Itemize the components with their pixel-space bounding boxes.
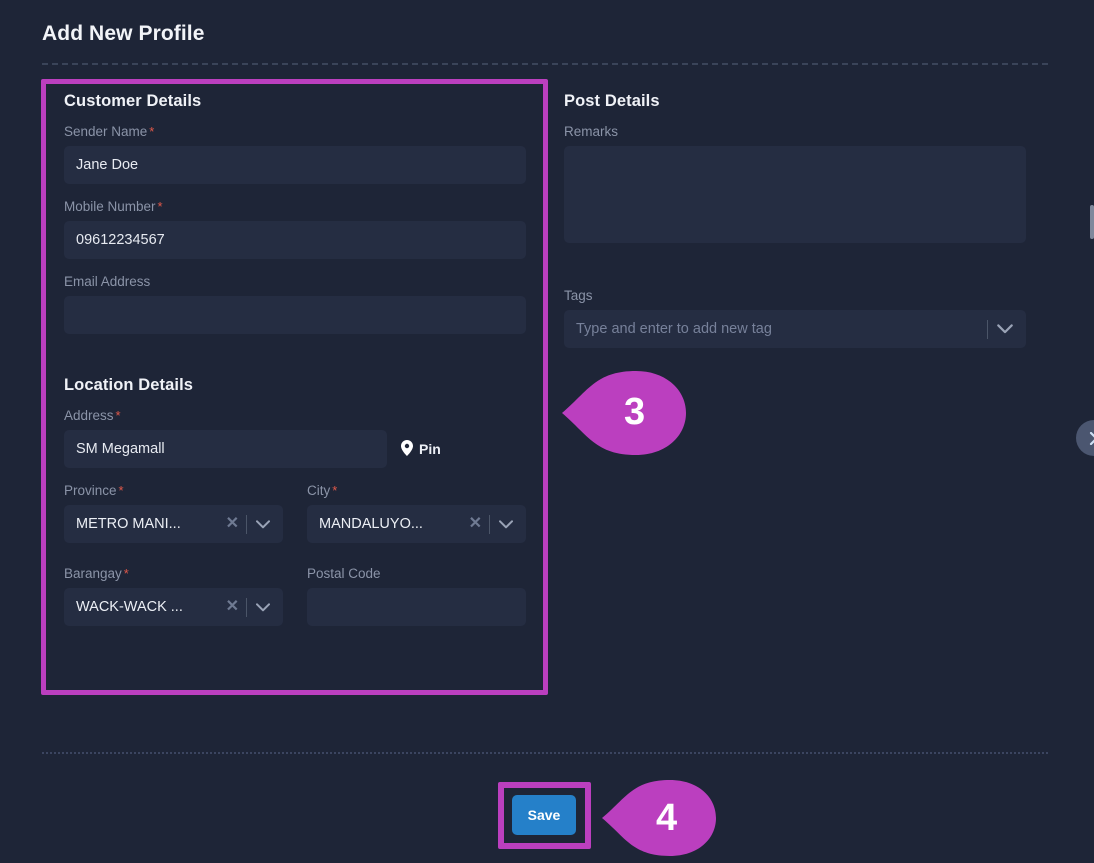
field-city: City * MANDALUYO... ✕ [307, 482, 526, 543]
chevron-down-icon[interactable] [988, 324, 1020, 334]
field-mobile-number: Mobile Number * 09612234567 [64, 198, 526, 259]
city-selected-value: MANDALUYO... [319, 516, 423, 532]
address-row: SM Megamall Pin [64, 430, 526, 468]
label-tags: Tags [564, 288, 593, 303]
field-postal-code: Postal Code [307, 565, 526, 626]
field-email-address: Email Address [64, 273, 526, 334]
label-barangay: Barangay * [64, 566, 129, 581]
label-sender-name: Sender Name * [64, 124, 155, 139]
tags-select[interactable]: Type and enter to add new tag [564, 310, 1026, 348]
chevron-down-icon[interactable] [490, 519, 520, 529]
close-x-icon[interactable]: ✕ [219, 516, 246, 532]
close-x-icon[interactable]: ✕ [219, 599, 246, 615]
required-asterisk: * [157, 199, 163, 214]
postal-code-input[interactable] [307, 588, 526, 626]
sender-name-input[interactable]: Jane Doe [64, 146, 526, 184]
barangay-select[interactable]: WACK-WACK ... ✕ [64, 588, 283, 626]
divider-top [42, 63, 1048, 65]
tags-input[interactable]: Type and enter to add new tag [576, 321, 987, 337]
label-remarks: Remarks [564, 124, 619, 139]
location-details-heading: Location Details [64, 376, 194, 394]
province-selected-value: METRO MANI... [76, 516, 181, 532]
mobile-number-input[interactable]: 09612234567 [64, 221, 526, 259]
province-select[interactable]: METRO MANI... ✕ [64, 505, 283, 543]
city-select[interactable]: MANDALUYO... ✕ [307, 505, 526, 543]
callout-number: 3 [624, 391, 646, 433]
panel-resize-handle[interactable] [1090, 205, 1094, 239]
province-city-row: Province * METRO MANI... ✕ City * MANDALUY… [64, 482, 526, 557]
chevron-down-icon[interactable] [247, 519, 277, 529]
field-barangay: Barangay * WACK-WACK ... ✕ [64, 565, 283, 626]
barangay-selected-value: WACK-WACK ... [76, 599, 183, 615]
customer-details-column: Customer Details Sender Name * Jane Doe M… [64, 92, 526, 640]
expand-panel-button[interactable] [1076, 420, 1094, 456]
required-asterisk: * [149, 124, 155, 139]
pin-button[interactable]: Pin [401, 439, 441, 459]
field-sender-name: Sender Name * Jane Doe [64, 123, 526, 184]
callout-marker-3: 3 [562, 371, 686, 455]
label-mobile-number: Mobile Number * [64, 199, 163, 214]
label-postal-code: Postal Code [307, 566, 381, 581]
required-asterisk: * [332, 483, 338, 498]
barangay-postal-row: Barangay * WACK-WACK ... ✕ Postal Code [64, 565, 526, 640]
customer-details-heading: Customer Details [64, 92, 202, 110]
callout-number: 4 [656, 797, 678, 839]
map-pin-icon [401, 439, 413, 459]
field-remarks: Remarks [564, 123, 1026, 243]
required-asterisk: * [115, 408, 121, 423]
divider-bottom [42, 752, 1048, 754]
close-x-icon[interactable]: ✕ [462, 516, 489, 532]
callout-marker-4: 4 [602, 780, 716, 856]
label-email-address: Email Address [64, 274, 151, 289]
pin-button-label: Pin [419, 441, 441, 457]
field-province: Province * METRO MANI... ✕ [64, 482, 283, 543]
chevron-down-icon[interactable] [247, 602, 277, 612]
post-details-heading: Post Details [564, 92, 660, 110]
label-province: Province * [64, 483, 124, 498]
field-tags: Tags Type and enter to add new tag [564, 287, 1026, 348]
address-input[interactable]: SM Megamall [64, 430, 387, 468]
required-asterisk: * [123, 566, 129, 581]
chevron-right-icon [1089, 431, 1094, 445]
field-address: Address * SM Megamall Pin [64, 407, 526, 468]
save-button[interactable]: Save [512, 795, 576, 835]
add-new-profile-page: Add New Profile Customer Details Sender … [0, 0, 1094, 863]
remarks-textarea[interactable] [564, 146, 1026, 243]
email-address-input[interactable] [64, 296, 526, 334]
page-title: Add New Profile [42, 22, 205, 45]
label-address: Address * [64, 408, 121, 423]
post-details-column: Post Details Remarks Tags Type and enter… [564, 92, 1026, 362]
label-city: City * [307, 483, 338, 498]
required-asterisk: * [118, 483, 124, 498]
